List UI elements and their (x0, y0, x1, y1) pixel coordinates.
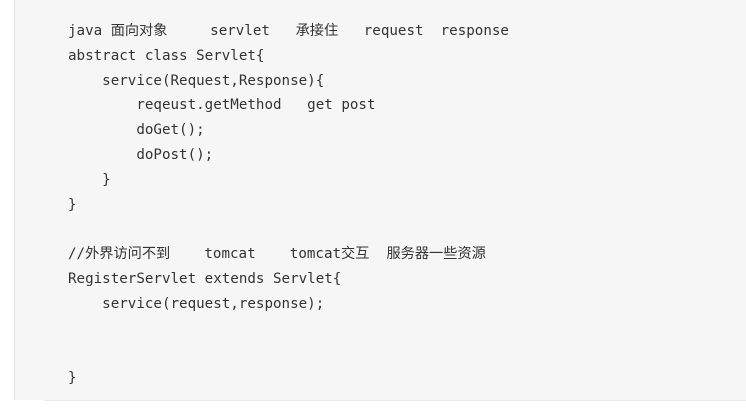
bottom-divider (44, 400, 746, 410)
code-line: service(request,response); (68, 295, 325, 312)
code-line: } (68, 370, 77, 387)
code-line: } (68, 171, 111, 188)
code-line: reqeust.getMethod get post (68, 97, 376, 114)
code-line: RegisterServlet extends Servlet{ (68, 270, 342, 287)
code-line: service(Request,Response){ (68, 72, 325, 89)
code-line: doGet(); (68, 122, 205, 139)
code-line: doPost(); (68, 146, 214, 163)
code-line: abstract class Servlet{ (68, 47, 265, 64)
page-margin (0, 0, 14, 410)
code-block-panel: java 面向对象 servlet 承接住 request response a… (14, 0, 746, 400)
code-block: java 面向对象 servlet 承接住 request response a… (68, 19, 509, 391)
code-line: //外界访问不到 tomcat tomcat交互 服务器一些资源 (68, 246, 486, 263)
code-line: java 面向对象 servlet 承接住 request response (68, 23, 509, 39)
code-line: } (68, 196, 77, 213)
